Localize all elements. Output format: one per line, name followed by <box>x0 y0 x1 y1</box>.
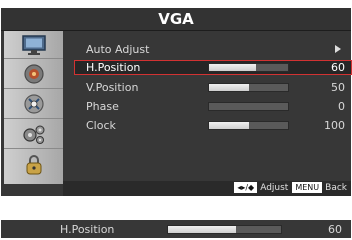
v-position-slider[interactable] <box>208 83 289 92</box>
osd-menu: Auto Adjust H.Position 60 V.Position 50 … <box>63 31 352 184</box>
menu-item-label: Clock <box>86 119 116 132</box>
menu-key-chip[interactable]: MENU <box>292 182 323 193</box>
clock-slider[interactable] <box>208 121 289 130</box>
sidebar-divider <box>4 88 63 89</box>
monitor-icon[interactable] <box>4 32 63 58</box>
adjust-hint: Adjust <box>260 182 289 193</box>
menu-item-label: H.Position <box>86 61 141 74</box>
menu-item-label: Phase <box>86 100 119 113</box>
menu-item-value: 100 <box>324 119 345 132</box>
standalone-slider-label: H.Position <box>60 223 115 236</box>
standalone-h-position-slider[interactable] <box>167 225 282 234</box>
osd-title: VGA <box>1 8 351 31</box>
back-hint[interactable]: Back <box>325 183 347 193</box>
footer-hints: ◂▸/◆ Adjust MENU Back <box>234 182 351 193</box>
arrow-right-icon <box>335 45 341 53</box>
sidebar-divider <box>4 118 63 119</box>
osd-footer: ◂▸/◆ Adjust MENU Back <box>63 181 351 196</box>
h-position-slider[interactable] <box>208 63 289 72</box>
menu-item-v-position[interactable]: V.Position 50 <box>63 80 351 96</box>
standalone-slider-value: 60 <box>328 223 342 236</box>
lock-icon[interactable] <box>4 152 63 178</box>
menu-item-auto-adjust[interactable]: Auto Adjust <box>63 42 351 58</box>
menu-item-label: Auto Adjust <box>86 43 150 56</box>
sidebar-divider <box>4 148 63 149</box>
phase-slider[interactable] <box>208 102 289 111</box>
nav-keys-chip: ◂▸/◆ <box>234 182 258 193</box>
menu-item-value: 50 <box>331 81 345 94</box>
menu-item-value: 0 <box>338 100 345 113</box>
osd-sidebar <box>4 31 63 184</box>
menu-item-h-position[interactable]: H.Position 60 <box>63 60 352 76</box>
slider-fill <box>168 226 236 233</box>
satellite-icon[interactable] <box>4 91 63 117</box>
menu-item-phase[interactable]: Phase 0 <box>63 99 351 115</box>
menu-item-label: V.Position <box>86 81 139 94</box>
slider-fill <box>209 122 249 129</box>
slider-fill <box>209 84 249 91</box>
speaker-icon[interactable] <box>4 61 63 87</box>
menu-item-clock[interactable]: Clock 100 <box>63 118 351 134</box>
standalone-slider-bar: H.Position 60 <box>1 220 351 238</box>
menu-item-value: 60 <box>331 61 345 74</box>
sidebar-divider <box>4 58 63 59</box>
slider-fill <box>209 64 257 71</box>
gears-icon[interactable] <box>4 121 63 147</box>
